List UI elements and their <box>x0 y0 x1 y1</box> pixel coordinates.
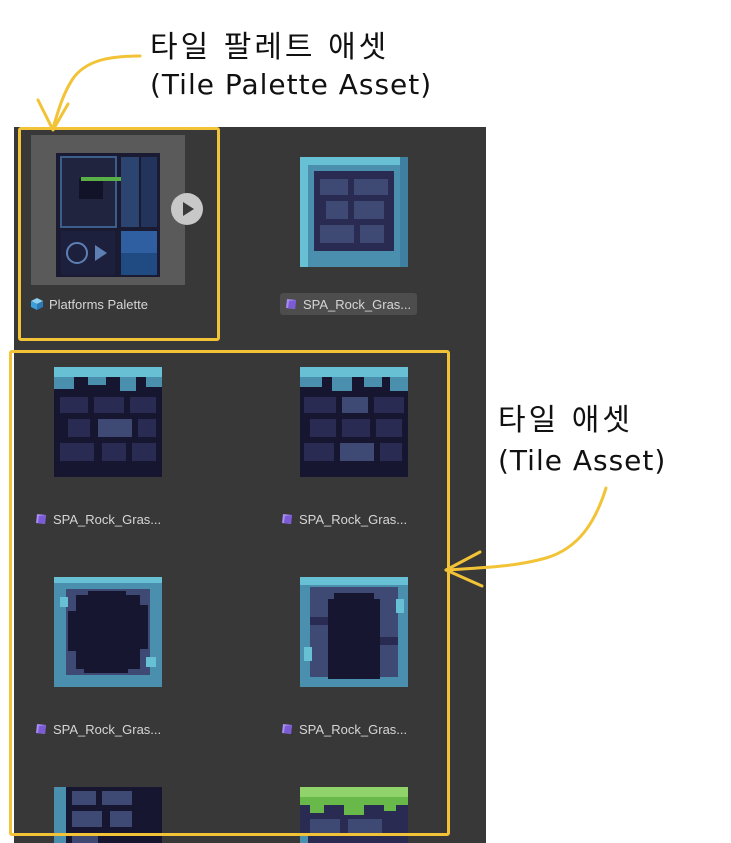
arrow-to-palette <box>36 54 142 132</box>
arrow-to-tile-assets <box>444 486 608 588</box>
